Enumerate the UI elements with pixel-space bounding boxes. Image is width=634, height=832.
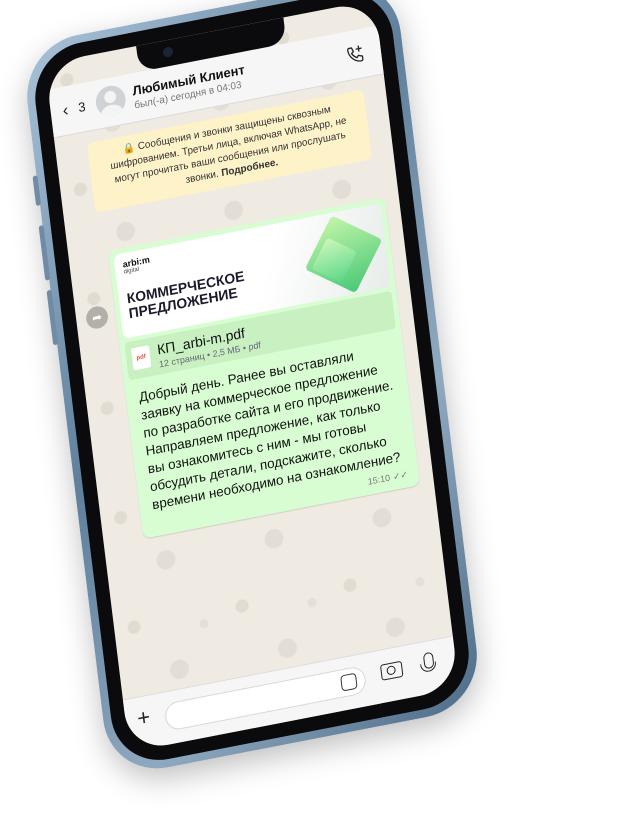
back-chevron-icon[interactable]: ‹	[61, 100, 69, 121]
attach-plus-icon[interactable]: +	[136, 704, 152, 731]
microphone-icon[interactable]	[422, 651, 435, 670]
document-headline: КОММЕРЧЕСКОЕ ПРЕДЛОЖЕНИЕ	[125, 267, 246, 322]
front-camera	[162, 46, 174, 59]
sticker-icon[interactable]	[340, 672, 358, 692]
phone-mockup: ‹ 3 Любимый Клиент был(-а) сегодня в 04:…	[20, 0, 484, 779]
pdf-file-icon: pdf	[131, 345, 152, 371]
brand-logo: arbi:m digital	[122, 254, 151, 276]
read-ticks-icon: ✓✓	[392, 469, 409, 482]
camera-icon[interactable]	[379, 660, 404, 681]
unread-count[interactable]: 3	[77, 99, 86, 115]
avatar[interactable]	[94, 83, 128, 119]
add-call-icon[interactable]	[344, 43, 366, 67]
lock-icon: 🔒	[122, 142, 136, 156]
message-bubble[interactable]: arbi:m digital КОММЕРЧЕСКОЕ ПРЕДЛОЖЕНИЕ …	[108, 197, 421, 539]
